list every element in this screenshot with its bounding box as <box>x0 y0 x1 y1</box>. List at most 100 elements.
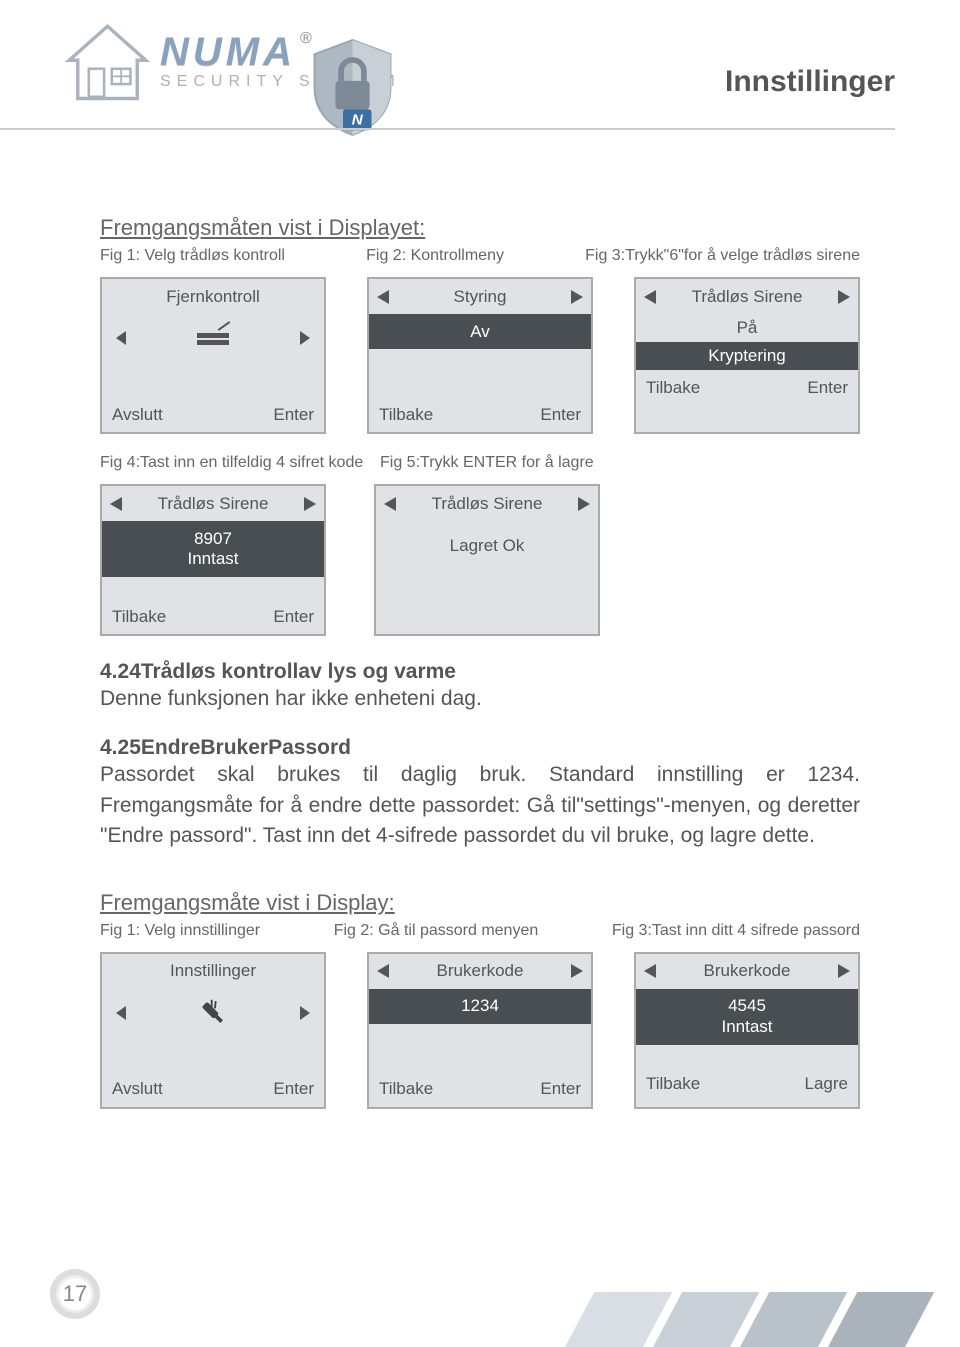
arrow-left-icon <box>377 964 389 978</box>
screen-code-input: Trådløs Sirene 8907 Inntast Tilbake Ente… <box>100 484 326 636</box>
screen4-footer: Tilbake Enter <box>102 599 324 634</box>
screen2-mid-text: Av <box>470 322 490 342</box>
arrow-right-icon <box>571 290 583 304</box>
screen7-title: Brukerkode <box>437 961 524 981</box>
figb2-caption: Fig 2: Gå til passord menyen <box>334 922 539 940</box>
screen3-footer: Tilbake Enter <box>636 370 858 405</box>
figb3-caption: Fig 3:Tast inn ditt 4 sifrede passord <box>612 922 860 940</box>
arrow-right-icon <box>838 964 850 978</box>
fig5-caption: Fig 5:Trykk ENTER for å lagre <box>380 454 860 472</box>
brand-name: NUMA <box>160 30 296 75</box>
footer-decoration <box>565 1292 934 1347</box>
screen1-empty <box>102 362 324 397</box>
screen4-enter[interactable]: Enter <box>273 607 314 627</box>
screen4-back[interactable]: Tilbake <box>112 607 166 627</box>
fig-captions-row1: Fig 1: Velg trådløs kontroll Fig 2: Kont… <box>100 247 860 265</box>
screen6-title-text: Innstillinger <box>170 961 256 981</box>
svg-text:N: N <box>352 112 364 129</box>
screen7-code-text: 1234 <box>461 996 499 1016</box>
screen7-code: 1234 <box>369 989 591 1024</box>
gear-icon <box>198 998 228 1028</box>
screen-control: Styring Av Tilbake Enter <box>367 277 593 434</box>
page-title: Innstillinger <box>725 65 895 99</box>
screen7-footer: Tilbake Enter <box>369 1072 591 1107</box>
sec425-heading: 4.25EndreBrukerPassord <box>100 736 860 760</box>
fig-captions-row2: Fig 4:Tast inn en tilfeldig 4 sifret kod… <box>100 454 860 472</box>
arrow-left-icon <box>644 290 656 304</box>
figb1-caption: Fig 1: Velg innstillinger <box>100 922 260 940</box>
screen6-enter[interactable]: Enter <box>273 1079 314 1099</box>
page-header: NUMA ® SECURITY SYSTEM N Innstillinger <box>0 0 960 190</box>
arrow-right-icon <box>304 497 316 511</box>
screen2-title: Styring <box>454 287 507 307</box>
screens-row1: Fjernkontroll Avslutt Enter Styring <box>100 277 860 434</box>
fig4-caption: Fig 4:Tast inn en tilfeldig 4 sifret kod… <box>100 454 380 472</box>
screen2-footer: Tilbake Enter <box>369 397 591 432</box>
screen3-back[interactable]: Tilbake <box>646 378 700 398</box>
screen1-enter[interactable]: Enter <box>273 405 314 425</box>
screen4-gap <box>102 577 324 599</box>
screen4-sub: Inntast <box>187 549 238 569</box>
sec424-body: Denne funksjonen har ikke enheteni dag. <box>100 684 860 714</box>
screen2-mid: Av <box>369 314 591 349</box>
fig3-caption: Fig 3:Trykk"6"for å velge trådløs sirene <box>585 247 860 265</box>
arrow-left-icon <box>116 331 126 345</box>
screen8-title-row: Brukerkode <box>636 954 858 989</box>
screen-remote: Fjernkontroll Avslutt Enter <box>100 277 326 434</box>
screens-row3: Innstillinger <box>100 952 860 1109</box>
screen8-sub: Inntast <box>721 1017 772 1037</box>
arrow-right-icon <box>300 1006 310 1020</box>
screen7-empty <box>369 1024 591 1072</box>
house-icon <box>65 22 150 107</box>
header-divider <box>0 128 895 130</box>
screen2-back[interactable]: Tilbake <box>379 405 433 425</box>
screen8-footer: Tilbake Lagre <box>636 1067 858 1102</box>
screen1-footer: Avslutt Enter <box>102 397 324 432</box>
arrow-right-icon <box>838 290 850 304</box>
fig1-caption: Fig 1: Velg trådløs kontroll <box>100 247 285 265</box>
screen-siren: Trådløs Sirene På Kryptering Tilbake Ent… <box>634 277 860 434</box>
screen3-on-text: På <box>737 318 758 338</box>
screen-usercode: Brukerkode 1234 Tilbake Enter <box>367 952 593 1109</box>
fig-captions-row3: Fig 1: Velg innstillinger Fig 2: Gå til … <box>100 922 860 940</box>
screen2-empty <box>369 349 591 397</box>
sec424-heading: 4.24Trådløs kontrollav lys og varme <box>100 660 860 684</box>
screen2-enter[interactable]: Enter <box>540 405 581 425</box>
arrow-left-icon <box>377 290 389 304</box>
screen3-encrypt: Kryptering <box>636 342 858 370</box>
screen4-code-row: 8907 Inntast <box>102 521 324 577</box>
screen1-title-text: Fjernkontroll <box>166 287 260 307</box>
screen1-exit[interactable]: Avslutt <box>112 405 163 425</box>
screen4-title-row: Trådløs Sirene <box>102 486 324 521</box>
arrow-left-icon <box>384 497 396 511</box>
screen3-on: På <box>636 314 858 342</box>
arrow-right-icon <box>300 331 310 345</box>
screen7-enter[interactable]: Enter <box>540 1079 581 1099</box>
screen5-title: Trådløs Sirene <box>432 494 543 514</box>
screen-settings: Innstillinger <box>100 952 326 1109</box>
screen6-empty <box>102 1037 324 1072</box>
screen8-title: Brukerkode <box>704 961 791 981</box>
screen7-title-row: Brukerkode <box>369 954 591 989</box>
screen8-save[interactable]: Lagre <box>805 1074 848 1094</box>
screen2-title-row: Styring <box>369 279 591 314</box>
screen1-icon-row <box>102 314 324 362</box>
screen5-empty <box>376 571 598 631</box>
screen5-msg: Lagret Ok <box>450 536 525 556</box>
screen4-title: Trådløs Sirene <box>158 494 269 514</box>
screens-row2: Trådløs Sirene 8907 Inntast Tilbake Ente… <box>100 484 860 636</box>
screen3-title: Trådløs Sirene <box>692 287 803 307</box>
screen3-enter[interactable]: Enter <box>807 378 848 398</box>
screen8-back[interactable]: Tilbake <box>646 1074 700 1094</box>
remote-icon <box>193 327 233 349</box>
screen8-code: 4545 <box>728 996 766 1016</box>
arrow-left-icon <box>116 1006 126 1020</box>
screen8-code-row: 4545 Inntast <box>636 989 858 1045</box>
section-b-title: Fremgangsmåte vist i Display: <box>100 890 860 916</box>
screen6-exit[interactable]: Avslutt <box>112 1079 163 1099</box>
arrow-right-icon <box>578 497 590 511</box>
screen6-icon-row <box>102 989 324 1037</box>
screen7-back[interactable]: Tilbake <box>379 1079 433 1099</box>
screen5-title-row: Trådløs Sirene <box>376 486 598 521</box>
section-a-title: Fremgangsmåten vist i Displayet: <box>100 215 860 241</box>
